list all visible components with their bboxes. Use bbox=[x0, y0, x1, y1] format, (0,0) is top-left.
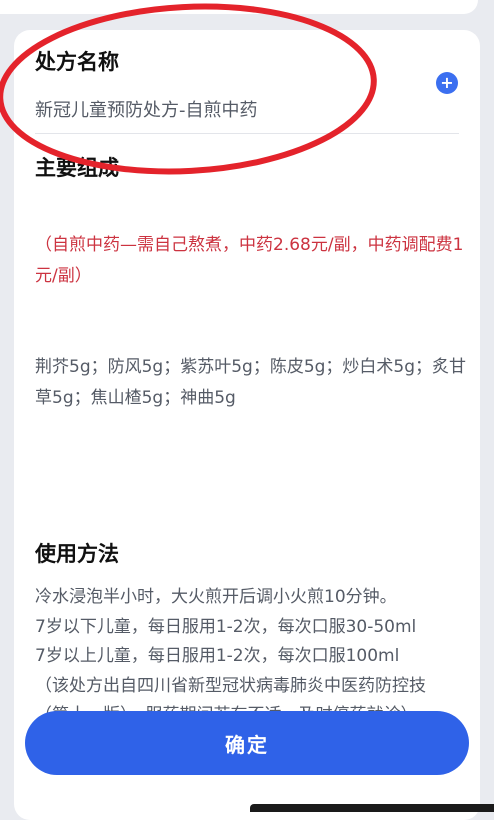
prescription-name-value: 新冠儿童预防处方-自煎中药 bbox=[35, 100, 258, 121]
usage-instructions: 冷水浸泡半小时，大火煎开后调小火煎10分钟。 7岁以下儿童，每日服用1-2次，每… bbox=[35, 583, 480, 731]
add-icon[interactable]: + bbox=[436, 72, 458, 94]
ingredients-list: 荆芥5g；防风5g；紫苏叶5g；陈皮5g；炒白术5g；炙甘草5g；焦山楂5g；神… bbox=[35, 357, 467, 408]
price-note: （自煎中药—需自己熬煮，中药2.68元/副，中药调配费1元/副） bbox=[35, 235, 464, 286]
usage-line: 冷水浸泡半小时，大火煎开后调小火煎10分钟。 bbox=[35, 587, 397, 607]
usage-line: （该处方出自四川省新型冠状病毒肺炎中医药防控技 bbox=[35, 675, 426, 696]
usage-line: 7岁以下儿童，每日服用1-2次，每次口服30-50ml bbox=[35, 616, 417, 637]
prescription-name-heading: 处方名称 bbox=[35, 50, 119, 74]
prescription-card: 处方名称 新冠儿童预防处方-自煎中药 + 主要组成 （自煎中药—需自己熬煮，中药… bbox=[14, 30, 480, 820]
previous-card bbox=[0, 0, 478, 14]
divider bbox=[35, 133, 459, 134]
usage-line: 7岁以上儿童，每日服用1-2次，每次口服100ml bbox=[35, 646, 400, 666]
confirm-button[interactable]: 确定 bbox=[25, 711, 469, 775]
home-indicator bbox=[250, 804, 494, 812]
composition-heading: 主要组成 bbox=[35, 156, 119, 180]
usage-heading: 使用方法 bbox=[35, 542, 119, 566]
